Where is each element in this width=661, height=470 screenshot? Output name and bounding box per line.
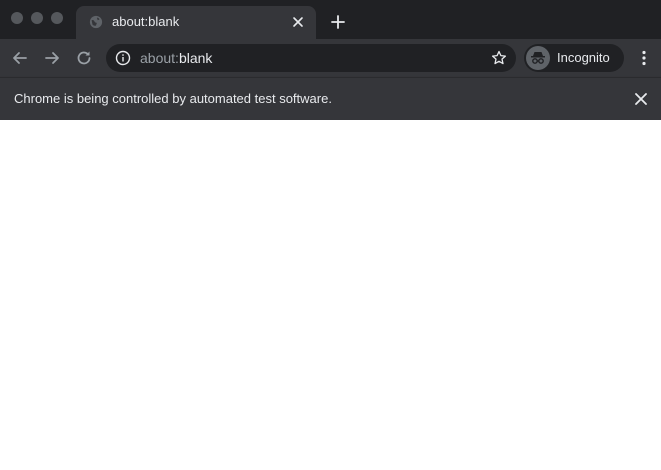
page-content[interactable]	[0, 120, 661, 470]
window-close-button[interactable]	[11, 12, 23, 24]
kebab-menu-icon[interactable]	[634, 48, 654, 68]
tab-strip: about:blank	[0, 0, 661, 39]
infobar-message: Chrome is being controlled by automated …	[14, 91, 332, 106]
tab-active[interactable]: about:blank	[76, 6, 316, 39]
url-scheme: about:	[140, 50, 179, 66]
address-bar[interactable]: about:blank	[106, 44, 516, 72]
incognito-avatar	[526, 46, 550, 70]
globe-icon	[89, 15, 103, 29]
back-arrow-icon[interactable]	[10, 48, 30, 68]
url-host: blank	[178, 50, 213, 66]
tab-close-icon[interactable]	[290, 14, 306, 30]
url-text[interactable]: about:blank	[140, 50, 212, 66]
info-icon[interactable]	[115, 50, 131, 66]
infobar-close-icon[interactable]	[633, 91, 649, 107]
window-minimize-button[interactable]	[31, 12, 43, 24]
new-tab-plus-icon[interactable]	[329, 13, 347, 31]
incognito-icon	[531, 52, 545, 64]
reload-icon[interactable]	[74, 48, 94, 68]
forward-arrow-icon[interactable]	[42, 48, 62, 68]
toolbar: about:blank Incognito	[0, 39, 661, 77]
browser-window: about:blank about:blank Incognito Chrome…	[0, 0, 661, 470]
window-maximize-button[interactable]	[51, 12, 63, 24]
automation-infobar: Chrome is being controlled by automated …	[0, 77, 661, 120]
tab-title: about:blank	[112, 14, 180, 29]
incognito-profile-button[interactable]: Incognito	[524, 44, 624, 72]
incognito-label: Incognito	[557, 50, 610, 65]
bookmark-star-icon[interactable]	[490, 49, 508, 67]
